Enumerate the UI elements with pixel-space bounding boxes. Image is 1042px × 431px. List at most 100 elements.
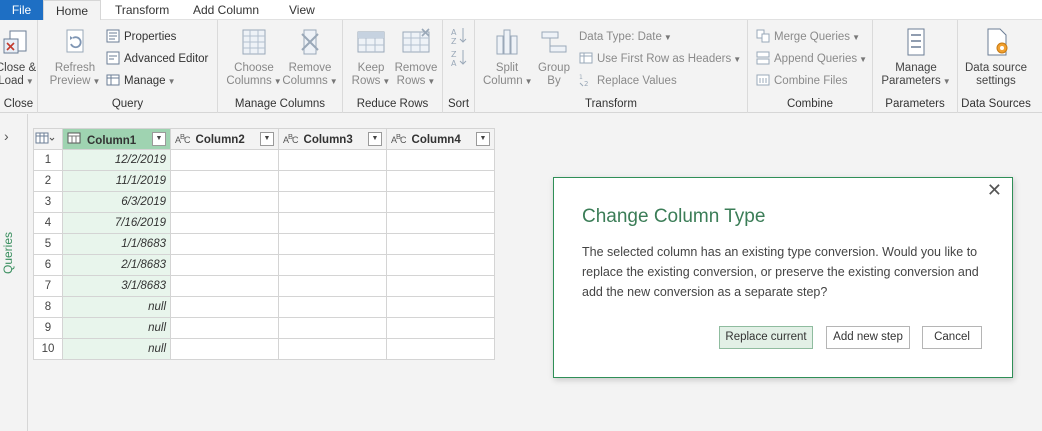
table-cell[interactable] <box>386 170 495 192</box>
table-cell[interactable] <box>170 338 279 360</box>
table-cell[interactable] <box>170 170 279 192</box>
table-cell[interactable] <box>386 275 495 297</box>
table-row[interactable]: 3 6/3/2019 <box>33 191 495 213</box>
table-cell[interactable]: null <box>62 317 171 339</box>
replace-values-button[interactable]: 1 2 Replace Values <box>579 72 677 90</box>
close-load-label-1: Close & <box>0 62 37 74</box>
keep-rows-button[interactable]: Keep Rows ▼ <box>349 26 393 88</box>
table-row[interactable]: 1 12/2/2019 <box>33 149 495 171</box>
manage-parameters-label-1: Manage <box>895 62 937 74</box>
table-cell[interactable] <box>170 149 279 171</box>
tab-view[interactable]: View <box>277 0 315 20</box>
data-source-settings-button[interactable]: Data source settings <box>960 26 1032 88</box>
manage-columns-group: Choose Columns ▼ Remove Columns ▼ Manage C… <box>218 20 343 113</box>
table-row[interactable]: 5 1/1/8683 <box>33 233 495 255</box>
table-row[interactable]: 4 7/16/2019 <box>33 212 495 234</box>
table-menu-corner[interactable] <box>33 128 63 150</box>
table-cell[interactable]: 11/1/2019 <box>62 170 171 192</box>
cancel-button[interactable]: Cancel <box>922 326 982 349</box>
table-cell[interactable] <box>386 149 495 171</box>
table-cell[interactable] <box>278 275 387 297</box>
append-queries-icon <box>756 51 770 65</box>
table-cell[interactable] <box>170 296 279 318</box>
remove-columns-button[interactable]: Remove Columns ▼ <box>282 26 338 88</box>
table-cell[interactable] <box>278 212 387 234</box>
table-cell[interactable] <box>278 191 387 213</box>
queries-pane-label[interactable]: Queries <box>1 232 15 274</box>
table-cell[interactable] <box>170 212 279 234</box>
table-cell[interactable] <box>170 191 279 213</box>
table-cell[interactable] <box>386 212 495 234</box>
table-cell[interactable]: 1/1/8683 <box>62 233 171 255</box>
table-cell[interactable] <box>278 149 387 171</box>
data-type-dropdown[interactable]: Data Type: Date ▼ <box>579 28 672 46</box>
replace-current-button[interactable]: Replace current <box>719 326 813 349</box>
parameters-group-label: Parameters <box>885 98 945 110</box>
table-cell[interactable] <box>386 338 495 360</box>
table-cell[interactable] <box>386 296 495 318</box>
refresh-preview-button[interactable]: Refresh Preview ▼ <box>48 26 102 88</box>
column-filter-dropdown-icon[interactable]: ▼ <box>260 132 274 146</box>
table-row[interactable]: 8 null <box>33 296 495 318</box>
choose-columns-button[interactable]: Choose Columns ▼ <box>226 26 282 88</box>
table-cell[interactable] <box>170 254 279 276</box>
table-cell[interactable]: 2/1/8683 <box>62 254 171 276</box>
properties-button[interactable]: Properties <box>106 28 176 46</box>
transform-group-label: Transform <box>585 98 637 110</box>
column-filter-dropdown-icon[interactable]: ▼ <box>368 132 382 146</box>
column-header-column4[interactable]: ABC Column4 ▼ <box>386 128 495 150</box>
column-header-column2[interactable]: ABC Column2 ▼ <box>170 128 279 150</box>
table-cell[interactable] <box>386 191 495 213</box>
combine-files-button[interactable]: Combine Files <box>756 72 848 90</box>
table-row[interactable]: 9 null <box>33 317 495 339</box>
remove-rows-button[interactable]: Remove Rows ▼ <box>393 26 439 88</box>
table-cell[interactable] <box>278 317 387 339</box>
close-icon[interactable]: ✕ <box>987 180 1002 201</box>
table-cell[interactable] <box>170 275 279 297</box>
group-by-button[interactable]: Group By <box>533 26 575 88</box>
sort-descending-button[interactable]: ZA <box>450 48 468 68</box>
tab-file[interactable]: File <box>0 0 43 20</box>
close-load-button[interactable]: Close & Load ▼ <box>0 26 38 88</box>
table-cell[interactable] <box>386 233 495 255</box>
column-header-column1[interactable]: Column1 ▼ <box>62 128 171 150</box>
column-filter-dropdown-icon[interactable]: ▼ <box>152 132 166 146</box>
table-cell[interactable]: null <box>62 338 171 360</box>
append-queries-button[interactable]: Append Queries ▼ <box>756 50 867 68</box>
tab-home[interactable]: Home <box>43 0 101 21</box>
tab-add-column[interactable]: Add Column <box>173 0 277 20</box>
expand-chevron-icon[interactable]: › <box>4 128 9 144</box>
table-row[interactable]: 10 null <box>33 338 495 360</box>
table-cell[interactable]: null <box>62 296 171 318</box>
table-cell[interactable] <box>386 317 495 339</box>
use-first-row-headers-button[interactable]: Use First Row as Headers ▼ <box>579 50 741 68</box>
ribbon-tab-bar: File Home Transform Add Column View <box>0 0 1042 21</box>
column-filter-dropdown-icon[interactable]: ▼ <box>476 132 490 146</box>
table-cell[interactable] <box>386 254 495 276</box>
table-cell[interactable]: 12/2/2019 <box>62 149 171 171</box>
table-cell[interactable] <box>278 338 387 360</box>
sort-ascending-button[interactable]: AZ <box>450 26 468 46</box>
table-row[interactable]: 7 3/1/8683 <box>33 275 495 297</box>
manage-button[interactable]: Manage ▼ <box>106 72 175 90</box>
table-row[interactable]: 2 11/1/2019 <box>33 170 495 192</box>
table-cell[interactable] <box>170 317 279 339</box>
table-row[interactable]: 6 2/1/8683 <box>33 254 495 276</box>
table-cell[interactable] <box>278 233 387 255</box>
table-cell[interactable]: 7/16/2019 <box>62 212 171 234</box>
table-cell[interactable] <box>170 233 279 255</box>
table-cell[interactable]: 3/1/8683 <box>62 275 171 297</box>
merge-queries-button[interactable]: Merge Queries ▼ <box>756 28 860 46</box>
tab-transform[interactable]: Transform <box>101 0 173 20</box>
advanced-editor-button[interactable]: Advanced Editor <box>106 50 208 68</box>
column-header-label: Column1 <box>87 134 137 147</box>
query-group-label: Query <box>111 98 144 110</box>
add-new-step-button[interactable]: Add new step <box>826 326 910 349</box>
split-column-button[interactable]: Split Column ▼ <box>483 26 533 88</box>
table-cell[interactable] <box>278 170 387 192</box>
table-cell[interactable] <box>278 296 387 318</box>
manage-parameters-button[interactable]: Manage Parameters ▼ <box>879 26 953 88</box>
table-cell[interactable] <box>278 254 387 276</box>
column-header-column3[interactable]: ABC Column3 ▼ <box>278 128 387 150</box>
table-cell[interactable]: 6/3/2019 <box>62 191 171 213</box>
